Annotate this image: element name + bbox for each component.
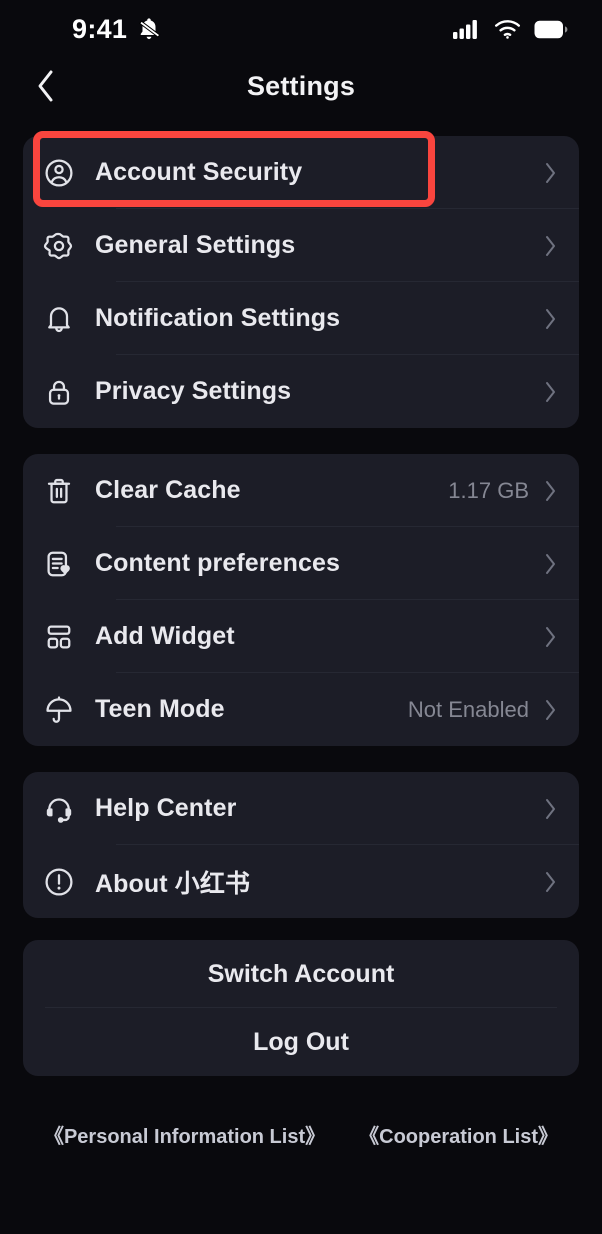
settings-row-about[interactable]: About 小红书 [23,845,579,918]
settings-screen: 9:41 Settings Account Security General S… [0,0,602,1234]
row-label: Clear Cache [95,476,241,504]
page-title: Settings [246,70,356,101]
row-label: Add Widget [95,622,235,650]
settings-row-general-settings[interactable]: General Settings [23,209,579,282]
chevron-right-icon [543,307,557,331]
row-label: General Settings [95,231,296,259]
settings-row-teen-mode[interactable]: Teen Mode Not Enabled [23,673,579,746]
account-actions-card: Switch Account Log Out [23,940,579,1076]
trash-icon [43,475,95,507]
status-bar-left: 9:41 [72,14,162,45]
settings-row-help-center[interactable]: Help Center [23,772,579,845]
settings-row-clear-cache[interactable]: Clear Cache 1.17 GB [23,454,579,527]
switch-account-button[interactable]: Switch Account [23,940,579,1008]
row-label: Help Center [95,794,237,822]
action-label: Switch Account [207,959,395,988]
row-label: Account Security [95,158,303,186]
cooperation-list-link[interactable]: 《Cooperation List》 [359,1120,558,1149]
status-bar-time: 9:41 [72,13,128,44]
settings-row-content-preferences[interactable]: Content preferences [23,527,579,600]
settings-row-add-widget[interactable]: Add Widget [23,600,579,673]
chevron-right-icon [543,380,557,404]
row-label: Content preferences [95,549,341,577]
bell-slash-icon [136,16,162,42]
chevron-right-icon [543,234,557,258]
row-label: Teen Mode [95,695,225,723]
row-label: Notification Settings [95,304,341,332]
settings-row-privacy-settings[interactable]: Privacy Settings [23,355,579,428]
gear-icon [43,230,95,262]
personal-information-list-link[interactable]: 《Personal Information List》 [44,1120,325,1149]
chevron-left-icon [35,69,57,103]
cellular-signal-icon [453,19,481,39]
document-heart-icon [43,548,95,580]
log-out-button[interactable]: Log Out [23,1008,579,1076]
row-value: Not Enabled [407,696,529,722]
chevron-right-icon [543,870,557,894]
chevron-right-icon [543,797,557,821]
status-bar-right [453,19,568,39]
user-circle-icon [43,157,95,189]
chevron-right-icon [543,479,557,503]
nav-bar: Settings [0,58,602,114]
row-value: 1.17 GB [448,477,529,503]
widget-grid-icon [43,621,95,653]
row-label: About 小红书 [95,869,251,898]
lock-icon [43,376,95,408]
status-bar: 9:41 [0,0,602,58]
settings-row-account-security[interactable]: Account Security [23,136,579,209]
wifi-icon [494,19,521,39]
umbrella-icon [43,694,95,726]
battery-full-icon [534,20,568,39]
row-label: Privacy Settings [95,377,292,405]
account-section-card: Account Security General Settings Notifi… [23,136,579,428]
bell-icon [43,303,95,335]
chevron-right-icon [543,552,557,576]
exclamation-circle-icon [43,866,95,898]
footer-links: 《Personal Information List》 《Cooperation… [0,1120,602,1149]
settings-row-notification-settings[interactable]: Notification Settings [23,282,579,355]
back-button[interactable] [22,58,70,114]
headset-icon [43,793,95,825]
action-label: Log Out [253,1027,349,1056]
content-section-card: Clear Cache 1.17 GB Content preferences [23,454,579,746]
chevron-right-icon [543,625,557,649]
support-section-card: Help Center About 小红书 [23,772,579,918]
chevron-right-icon [543,161,557,185]
chevron-right-icon [543,698,557,722]
